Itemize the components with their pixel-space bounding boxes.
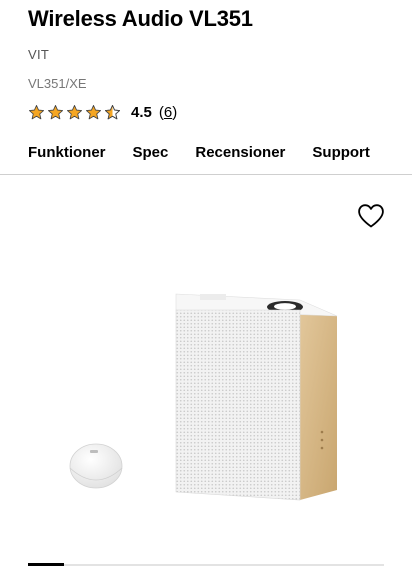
- rating-row: 4.5 (6): [28, 101, 177, 123]
- speaker-side-panel: [300, 310, 337, 500]
- star-icon: [47, 104, 64, 119]
- review-count-link[interactable]: (6): [159, 104, 177, 121]
- speaker-control-dial-center: [274, 303, 296, 310]
- model-code: VL351/XE: [28, 76, 87, 91]
- section-tabs: Funktioner Spec Recensioner Support: [28, 141, 412, 163]
- review-count: 6: [163, 103, 173, 121]
- product-image[interactable]: [60, 280, 350, 510]
- star-icon: [85, 104, 102, 119]
- speaker-front-grille: [175, 309, 301, 501]
- heart-outline-icon[interactable]: [357, 203, 385, 229]
- tab-spec[interactable]: Spec: [133, 144, 169, 161]
- product-title: Wireless Audio VL351: [28, 6, 253, 31]
- star-rating: [28, 104, 121, 121]
- star-icon: [66, 104, 83, 119]
- half-star-icon: [104, 104, 121, 119]
- review-count-close: ): [172, 103, 178, 121]
- tab-support[interactable]: Support: [312, 144, 370, 161]
- tab-recensioner[interactable]: Recensioner: [195, 144, 285, 161]
- product-color: VIT: [28, 47, 50, 62]
- speaker-side-led: [320, 430, 324, 434]
- rating-value: 4.5: [131, 103, 152, 121]
- star-icon: [28, 104, 45, 119]
- speaker-side-led: [320, 438, 324, 442]
- gallery-progress-track: [28, 563, 384, 566]
- tab-funktioner[interactable]: Funktioner: [28, 144, 106, 161]
- speaker-top-logo: [200, 294, 226, 300]
- remote-control-logo: [90, 450, 98, 453]
- speaker-side-led: [320, 446, 324, 450]
- tabs-divider: [0, 174, 412, 175]
- gallery-progress-indicator: [28, 563, 64, 566]
